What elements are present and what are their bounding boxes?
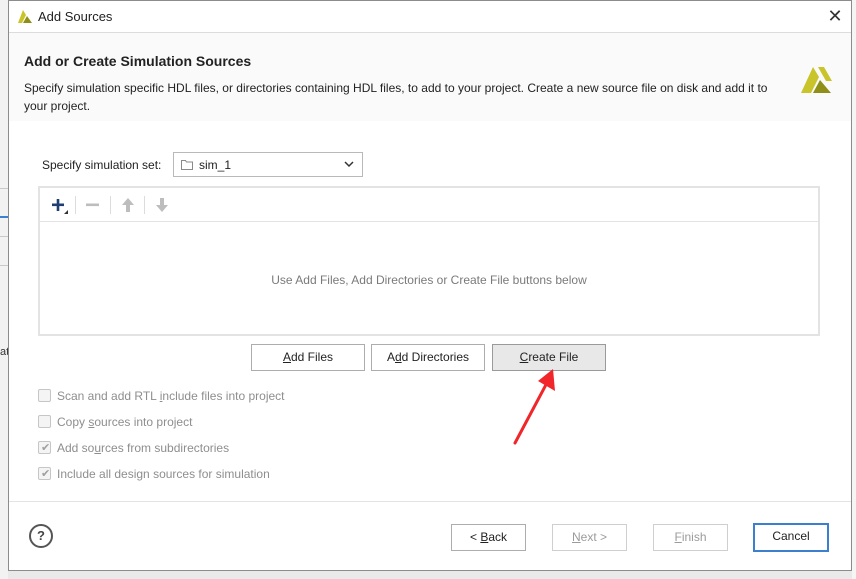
finish-button[interactable]: Finish (653, 524, 728, 551)
simulation-set-dropdown[interactable]: sim_1 (173, 152, 363, 177)
chevron-down-icon (344, 161, 354, 168)
move-down-button[interactable] (151, 194, 173, 216)
add-sources-button[interactable] (48, 194, 70, 216)
background-app-left-edge (0, 0, 8, 579)
toolbar-separator (75, 196, 76, 214)
close-button[interactable]: ✕ (823, 5, 847, 27)
move-up-icon (122, 198, 134, 212)
page-description: Specify simulation specific HDL files, o… (24, 81, 768, 113)
background-divider (0, 236, 8, 237)
simulation-set-value: sim_1 (199, 158, 232, 172)
annotation-arrow (513, 369, 555, 445)
next-button[interactable]: Next > (552, 524, 627, 551)
checkbox-checked[interactable]: ✔ (38, 467, 51, 480)
title-bar: Add Sources ✕ (9, 1, 851, 31)
checkbox[interactable] (38, 389, 51, 402)
toolbar-separator (110, 196, 111, 214)
empty-list-hint: Use Add Files, Add Directories or Create… (271, 273, 587, 287)
help-icon: ? (37, 528, 45, 543)
window-title: Add Sources (38, 9, 113, 24)
help-button[interactable]: ? (29, 524, 53, 548)
toolbar-separator (144, 196, 145, 214)
folder-icon (181, 160, 193, 170)
cancel-button[interactable]: Cancel (753, 523, 829, 552)
add-directories-button[interactable]: Add Directories (371, 344, 485, 371)
page-title: Add or Create Simulation Sources (24, 53, 252, 69)
footer-divider (9, 501, 851, 502)
background-divider (0, 188, 8, 189)
close-icon: ✕ (827, 6, 843, 26)
background-selection-bar (0, 216, 8, 218)
vivado-logo-icon (801, 67, 832, 93)
move-up-button[interactable] (117, 194, 139, 216)
checkmark-icon: ✔ (41, 442, 51, 454)
remove-icon (86, 203, 99, 207)
remove-sources-button[interactable] (82, 194, 104, 216)
background-app-right-edge (852, 0, 856, 579)
files-toolbar (40, 188, 818, 222)
source-files-panel: Use Add Files, Add Directories or Create… (38, 186, 820, 336)
checkmark-icon: ✔ (41, 468, 51, 480)
move-down-icon (156, 198, 168, 212)
simulation-set-label: Specify simulation set: (42, 158, 162, 172)
add-icon (52, 199, 68, 214)
checkbox-checked[interactable]: ✔ (38, 441, 51, 454)
vivado-logo-icon (18, 10, 32, 23)
add-sources-dialog: Add Sources ✕ Add or Create Simulation S… (8, 0, 852, 571)
checkbox[interactable] (38, 415, 51, 428)
add-files-button[interactable]: Add Files (251, 344, 365, 371)
background-divider (0, 265, 8, 266)
back-button[interactable]: < Back (451, 524, 526, 551)
wizard-header: Add or Create Simulation Sources Specify… (9, 32, 851, 121)
